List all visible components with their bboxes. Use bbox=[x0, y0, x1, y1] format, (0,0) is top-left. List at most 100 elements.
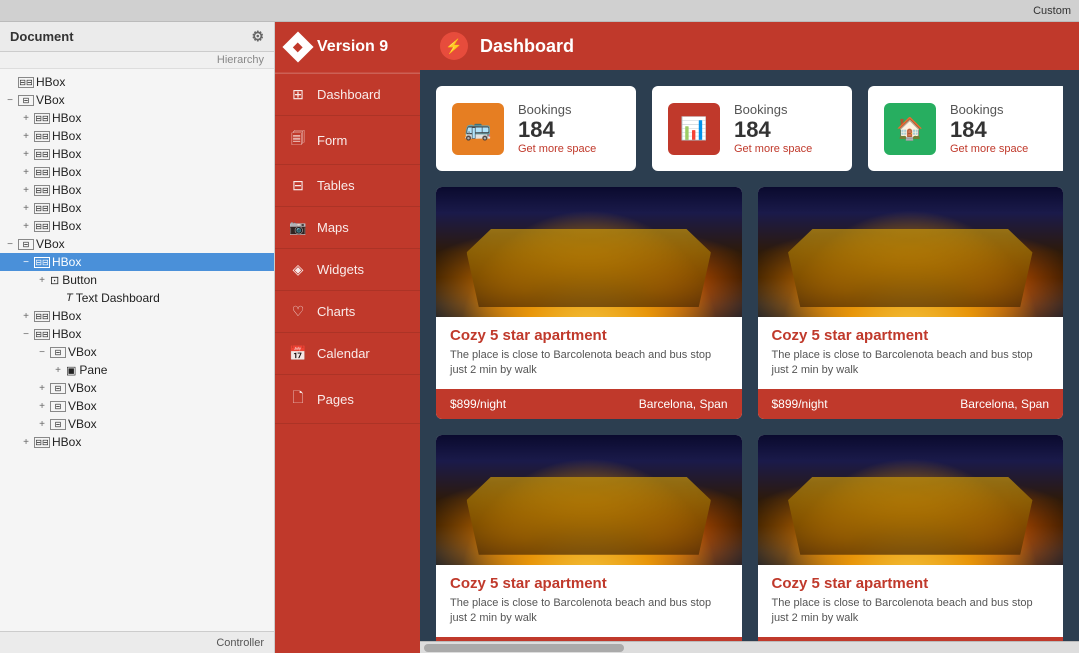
expand-icon[interactable]: + bbox=[20, 149, 32, 160]
node-label: Text Dashboard bbox=[76, 291, 160, 305]
tree-item-pane1[interactable]: + ▣ Pane bbox=[0, 361, 274, 379]
expand-icon[interactable]: + bbox=[36, 401, 48, 412]
nav-item-tables[interactable]: ⊟ Tables bbox=[275, 165, 420, 207]
horizontal-scrollbar[interactable] bbox=[420, 641, 1079, 653]
tree-item-hbox6[interactable]: + ⊟⊟ HBox bbox=[0, 181, 274, 199]
tree-item-vbox6[interactable]: + ⊟ VBox bbox=[0, 415, 274, 433]
stat-link-stat1[interactable]: Get more space bbox=[518, 143, 596, 155]
stat-info-stat2: Bookings 184 Get more space bbox=[734, 102, 812, 155]
nav-item-calendar[interactable]: 📅 Calendar bbox=[275, 333, 420, 375]
nav-item-charts[interactable]: ♡ Charts bbox=[275, 291, 420, 333]
charts-icon: ♡ bbox=[289, 303, 307, 320]
gear-icon[interactable]: ⚙ bbox=[251, 28, 264, 45]
expand-icon[interactable]: + bbox=[20, 203, 32, 214]
node-label: VBox bbox=[68, 381, 97, 395]
tree-item-hbox1[interactable]: ⊟⊟ HBox bbox=[0, 73, 274, 91]
tree-item-hbox11[interactable]: + ⊟⊟ HBox bbox=[0, 433, 274, 451]
node-label: HBox bbox=[52, 435, 81, 449]
node-label: Button bbox=[62, 273, 97, 287]
stat-card-stat2: 📊 Bookings 184 Get more space bbox=[652, 86, 852, 171]
nav-item-dashboard[interactable]: ⊞ Dashboard bbox=[275, 74, 420, 116]
tree-item-vbox5[interactable]: + ⊟ VBox bbox=[0, 397, 274, 415]
dashboard-icon: ⊞ bbox=[289, 86, 307, 103]
expand-icon[interactable]: + bbox=[52, 365, 64, 376]
stat-icon-stat2: 📊 bbox=[668, 103, 720, 155]
hotel-img-sim-prop1 bbox=[436, 187, 742, 317]
expand-icon[interactable]: + bbox=[20, 185, 32, 196]
maps-icon: 📷 bbox=[289, 219, 307, 236]
expand-icon[interactable]: − bbox=[20, 257, 32, 268]
expand-icon[interactable]: + bbox=[36, 275, 48, 286]
expand-icon[interactable]: + bbox=[20, 311, 32, 322]
node-label: HBox bbox=[52, 165, 81, 179]
property-info-prop1: Cozy 5 star apartment The place is close… bbox=[436, 317, 742, 389]
expand-icon[interactable]: + bbox=[20, 437, 32, 448]
expand-icon[interactable]: − bbox=[4, 239, 16, 250]
expand-icon[interactable]: + bbox=[20, 131, 32, 142]
property-name-prop3: Cozy 5 star apartment bbox=[450, 575, 728, 592]
sidebar-nav: ◆ Version 9 ⊞ Dashboard 🗐 Form ⊟ Tables … bbox=[275, 22, 420, 653]
node-label: HBox bbox=[52, 309, 81, 323]
nav-label-dashboard: Dashboard bbox=[317, 87, 381, 102]
nav-item-pages[interactable]: 🗋 Pages bbox=[275, 375, 420, 424]
property-desc-prop4: The place is close to Barcolenota beach … bbox=[772, 596, 1050, 627]
top-bar: Custom bbox=[0, 0, 1079, 22]
nav-item-form[interactable]: 🗐 Form bbox=[275, 116, 420, 165]
hotel-img-sim-prop3 bbox=[436, 435, 742, 565]
stat-value-stat3: 184 bbox=[950, 117, 1028, 143]
tree-item-hbox9[interactable]: + ⊟⊟ HBox bbox=[0, 307, 274, 325]
property-img-prop1 bbox=[436, 187, 742, 317]
stat-info-stat3: Bookings 184 Get more space bbox=[950, 102, 1028, 155]
tree-item-hbox2[interactable]: + ⊟⊟ HBox bbox=[0, 109, 274, 127]
nav-item-widgets[interactable]: ◈ Widgets bbox=[275, 249, 420, 291]
expand-icon[interactable]: − bbox=[4, 95, 16, 106]
stat-value-stat1: 184 bbox=[518, 117, 596, 143]
stat-link-stat2[interactable]: Get more space bbox=[734, 143, 812, 155]
expand-icon[interactable]: + bbox=[36, 383, 48, 394]
property-footer-prop2: $899/night Barcelona, Span bbox=[758, 389, 1064, 419]
stat-link-stat3[interactable]: Get more space bbox=[950, 143, 1028, 155]
tree-item-hbox_sel[interactable]: − ⊟⊟ HBox bbox=[0, 253, 274, 271]
tree-item-hbox10[interactable]: − ⊟⊟ HBox bbox=[0, 325, 274, 343]
expand-icon[interactable]: + bbox=[20, 113, 32, 124]
stat-icon-stat3: 🏠 bbox=[884, 103, 936, 155]
property-location-prop1: Barcelona, Span bbox=[639, 397, 728, 411]
property-price-prop2: $899/night bbox=[772, 397, 828, 411]
stat-label-stat2: Bookings bbox=[734, 102, 812, 117]
tree-item-hbox4[interactable]: + ⊟⊟ HBox bbox=[0, 145, 274, 163]
tree-item-hbox7[interactable]: + ⊟⊟ HBox bbox=[0, 199, 274, 217]
nav-item-maps[interactable]: 📷 Maps bbox=[275, 207, 420, 249]
tree-item-hbox8[interactable]: + ⊟⊟ HBox bbox=[0, 217, 274, 235]
hierarchy-label: Hierarchy bbox=[0, 52, 274, 69]
tree-item-vbox2[interactable]: − ⊟ VBox bbox=[0, 235, 274, 253]
property-name-prop2: Cozy 5 star apartment bbox=[772, 327, 1050, 344]
tree-item-btn1[interactable]: + ⊡ Button bbox=[0, 271, 274, 289]
stat-info-stat1: Bookings 184 Get more space bbox=[518, 102, 596, 155]
right-side: ◆ Version 9 ⊞ Dashboard 🗐 Form ⊟ Tables … bbox=[275, 22, 1079, 653]
expand-icon[interactable]: + bbox=[20, 221, 32, 232]
form-icon: 🗐 bbox=[289, 128, 307, 152]
node-label: HBox bbox=[52, 111, 81, 125]
node-label: VBox bbox=[68, 345, 97, 359]
expand-icon[interactable]: − bbox=[20, 329, 32, 340]
expand-icon[interactable]: + bbox=[20, 167, 32, 178]
node-label: HBox bbox=[52, 327, 81, 341]
tree-item-txt1[interactable]: T Text Dashboard bbox=[0, 289, 274, 307]
stat-icon-stat1: 🚌 bbox=[452, 103, 504, 155]
tree-item-hbox3[interactable]: + ⊟⊟ HBox bbox=[0, 127, 274, 145]
property-name-prop4: Cozy 5 star apartment bbox=[772, 575, 1050, 592]
hotel-img-sim-prop4 bbox=[758, 435, 1064, 565]
tree-item-vbox4[interactable]: + ⊟ VBox bbox=[0, 379, 274, 397]
property-name-prop1: Cozy 5 star apartment bbox=[450, 327, 728, 344]
expand-icon[interactable]: + bbox=[36, 419, 48, 430]
nav-label-maps: Maps bbox=[317, 220, 349, 235]
nav-label-form: Form bbox=[317, 133, 347, 148]
tree-item-hbox5[interactable]: + ⊟⊟ HBox bbox=[0, 163, 274, 181]
tree-item-vbox1[interactable]: − ⊟ VBox bbox=[0, 91, 274, 109]
content-scroll[interactable]: 🚌 Bookings 184 Get more space 📊 Bookings… bbox=[420, 70, 1079, 641]
tables-icon: ⊟ bbox=[289, 177, 307, 194]
expand-icon[interactable]: − bbox=[36, 347, 48, 358]
property-location-prop2: Barcelona, Span bbox=[960, 397, 1049, 411]
tree-item-vbox3[interactable]: − ⊟ VBox bbox=[0, 343, 274, 361]
h-scroll-thumb[interactable] bbox=[424, 644, 624, 652]
